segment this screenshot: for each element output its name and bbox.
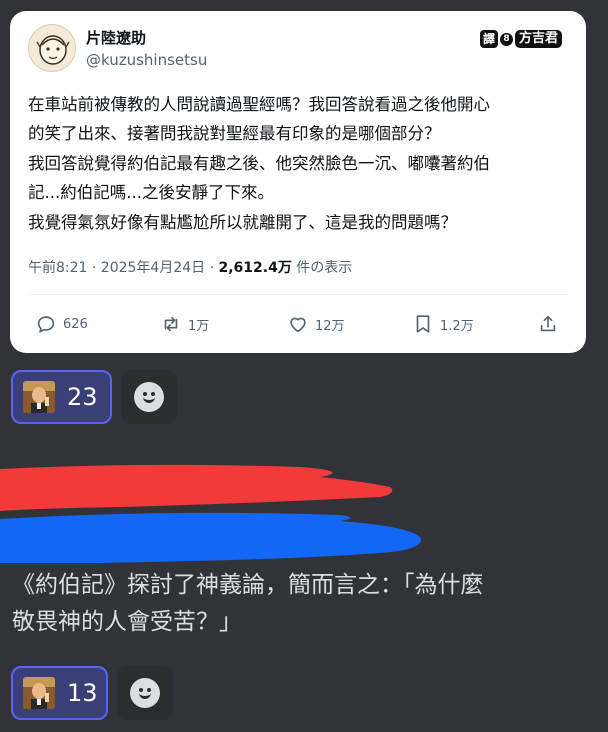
smiley-icon	[134, 382, 164, 412]
tweet-text-line: 我覺得氣氛好像有點尷尬所以就離開了、這是我的問題嗎？	[28, 212, 457, 232]
avatar[interactable]	[28, 24, 76, 72]
watermark-name: 方吉君	[514, 30, 562, 48]
tweet-text-line: 我回答說覺得約伯記最有趣之後、他突然臉色一沉、嘟囔著約伯	[28, 153, 490, 173]
view-count-suffix: 件の表示	[296, 260, 353, 276]
reaction-count: 13	[67, 679, 98, 707]
reaction-button-leo[interactable]: 13	[11, 666, 108, 720]
bookmark-count: 1.2万	[440, 318, 474, 334]
watermark-box: 譯	[479, 30, 498, 48]
share-button[interactable]	[537, 313, 559, 335]
watermark-number: 8	[499, 32, 513, 46]
discord-chat-view: 片陸遼助 @kuzushinsetsu 譯 8 方吉君 在車站前被傳教的人問說讀…	[0, 0, 608, 732]
sketch-face-icon	[36, 35, 70, 65]
reaction-count: 23	[67, 383, 98, 411]
tweet-meta: 午前8:21 · 2025年4月24日 · 2,612.4万 件の表示	[28, 257, 352, 277]
tweet-text-line: 記...約伯記嗎...之後安靜了下來。	[28, 183, 274, 203]
reply-count: 626	[63, 316, 88, 332]
tweet-actions: 626 1万 12万 1.2万	[10, 311, 586, 341]
share-icon	[540, 315, 556, 332]
smiley-icon	[130, 678, 160, 708]
tweet-body: 在車站前被傳教的人問說讀過聖經嗎？我回答說看過之後他開心 的笑了出來、接著問我說…	[28, 90, 576, 237]
retweet-count: 1万	[188, 318, 210, 334]
like-button[interactable]: 12万	[287, 313, 345, 335]
leo-toast-emoji-icon	[23, 381, 55, 413]
retweet-icon	[164, 316, 178, 332]
tweet-text-line: 在車站前被傳教的人問說讀過聖經嗎？我回答說看過之後他開心	[28, 95, 490, 114]
redaction-scribble	[0, 464, 421, 563]
reply-button[interactable]: 626	[35, 313, 88, 335]
divider	[28, 294, 568, 295]
add-reaction-button[interactable]	[117, 666, 173, 720]
reply-icon	[37, 316, 55, 333]
display-name[interactable]: 片陸遼助	[86, 27, 146, 48]
leo-toast-emoji-icon	[23, 677, 55, 709]
translator-watermark: 譯 8 方吉君	[479, 30, 562, 48]
reaction-button-leo[interactable]: 23	[11, 370, 112, 424]
add-reaction-button[interactable]	[121, 370, 177, 424]
message-line: 敬畏神的人會受苦？」	[12, 609, 242, 635]
message-content: 《約伯記》探討了神義論，簡而言之：「為什麼 敬畏神的人會受苦？」	[12, 567, 602, 641]
like-count: 12万	[315, 318, 345, 334]
bookmark-button[interactable]: 1.2万	[412, 313, 474, 335]
bookmark-icon	[416, 315, 430, 333]
tweet-text-line: 的笑了出來、接著問我說對聖經最有印象的是哪個部分？	[28, 124, 441, 144]
tweet-timestamp[interactable]: 午前8:21 · 2025年4月24日 ·	[28, 260, 214, 276]
tweet-card: 片陸遼助 @kuzushinsetsu 譯 8 方吉君 在車站前被傳教的人問說讀…	[10, 11, 586, 353]
user-handle[interactable]: @kuzushinsetsu	[86, 51, 207, 69]
message-line: 《約伯記》探討了神義論，簡而言之：「為什麼	[12, 572, 484, 598]
view-count: 2,612.4万	[218, 260, 292, 276]
retweet-button[interactable]: 1万	[160, 313, 209, 335]
heart-icon	[290, 317, 306, 333]
